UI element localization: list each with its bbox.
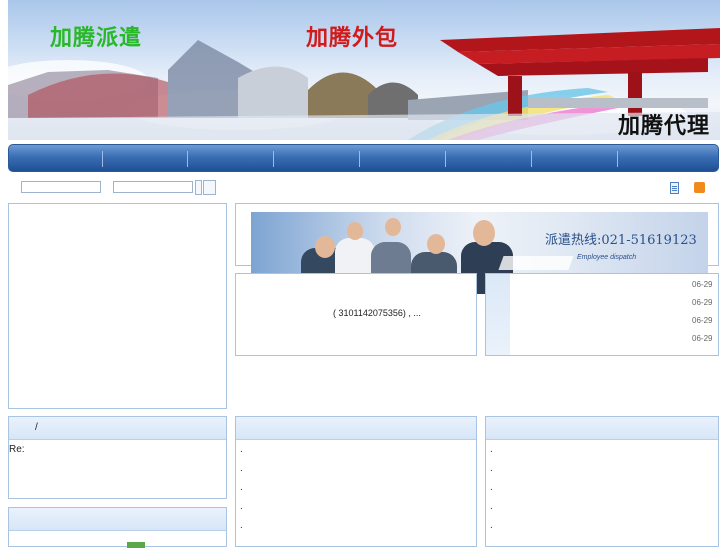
list-item[interactable]: . <box>490 463 493 474</box>
nav-separator <box>187 151 188 167</box>
links-panel <box>8 507 227 548</box>
right-list-panel: . . . . . <box>485 416 719 547</box>
person-head <box>427 234 445 254</box>
username-input[interactable] <box>21 181 101 193</box>
nav-separator <box>445 151 446 167</box>
nav-separator <box>531 151 532 167</box>
news-side-strip <box>486 274 510 355</box>
person-head <box>315 236 335 258</box>
link-badge[interactable] <box>127 542 145 548</box>
banner-title-dispatch: 加腾派遣 <box>50 25 143 51</box>
rss-icon[interactable] <box>694 182 705 193</box>
list-item[interactable]: . <box>240 463 243 474</box>
links-panel-header <box>9 508 226 531</box>
news-panel: 06-29 06-29 06-29 06-29 <box>485 273 719 356</box>
banner-title-outsourcing: 加腾外包 <box>306 25 399 51</box>
hero-subtitle: Employee dispatch <box>577 254 637 261</box>
middle-list-header <box>236 417 476 440</box>
hotline-text: 派遣热线:021-51619123 <box>545 233 697 248</box>
register-button[interactable] <box>203 180 216 195</box>
forum-panel-title: / <box>35 422 38 433</box>
forum-panel-header: / <box>9 417 226 440</box>
left-feature-panel <box>8 203 227 409</box>
news-date: 06-29 <box>692 334 713 343</box>
nav-separator <box>273 151 274 167</box>
paper-sheet <box>498 256 574 270</box>
list-item[interactable]: . <box>490 520 493 531</box>
middle-list-panel: . . . . . <box>235 416 477 547</box>
login-button[interactable] <box>195 180 202 195</box>
right-list-header <box>486 417 718 440</box>
list-item[interactable]: . <box>490 482 493 493</box>
list-item[interactable]: . <box>240 501 243 512</box>
password-input[interactable] <box>113 181 193 193</box>
main-nav-bar <box>8 144 719 172</box>
forum-item[interactable]: Re: <box>9 444 25 455</box>
forum-panel: / Re: <box>8 416 227 499</box>
news-date: 06-29 <box>692 316 713 325</box>
list-item[interactable]: . <box>490 444 493 455</box>
notice-panel: ( 3101142075356) , ... <box>235 273 477 356</box>
news-date: 06-29 <box>692 280 713 289</box>
news-date: 06-29 <box>692 298 713 307</box>
nav-separator <box>102 151 103 167</box>
nav-separator <box>359 151 360 167</box>
person-head <box>385 218 401 236</box>
list-item[interactable]: . <box>240 444 243 455</box>
person-head <box>347 222 363 240</box>
nav-separator <box>617 151 618 167</box>
banner-title-agency: 加腾代理 <box>618 113 711 139</box>
notice-text[interactable]: ( 3101142075356) , ... <box>333 308 421 318</box>
header-banner: 加腾派遣 加腾外包 加腾代理 <box>8 0 720 140</box>
document-icon[interactable] <box>670 182 679 194</box>
list-item[interactable]: . <box>240 520 243 531</box>
list-item[interactable]: . <box>240 482 243 493</box>
list-item[interactable]: . <box>490 501 493 512</box>
person-head <box>473 220 495 246</box>
